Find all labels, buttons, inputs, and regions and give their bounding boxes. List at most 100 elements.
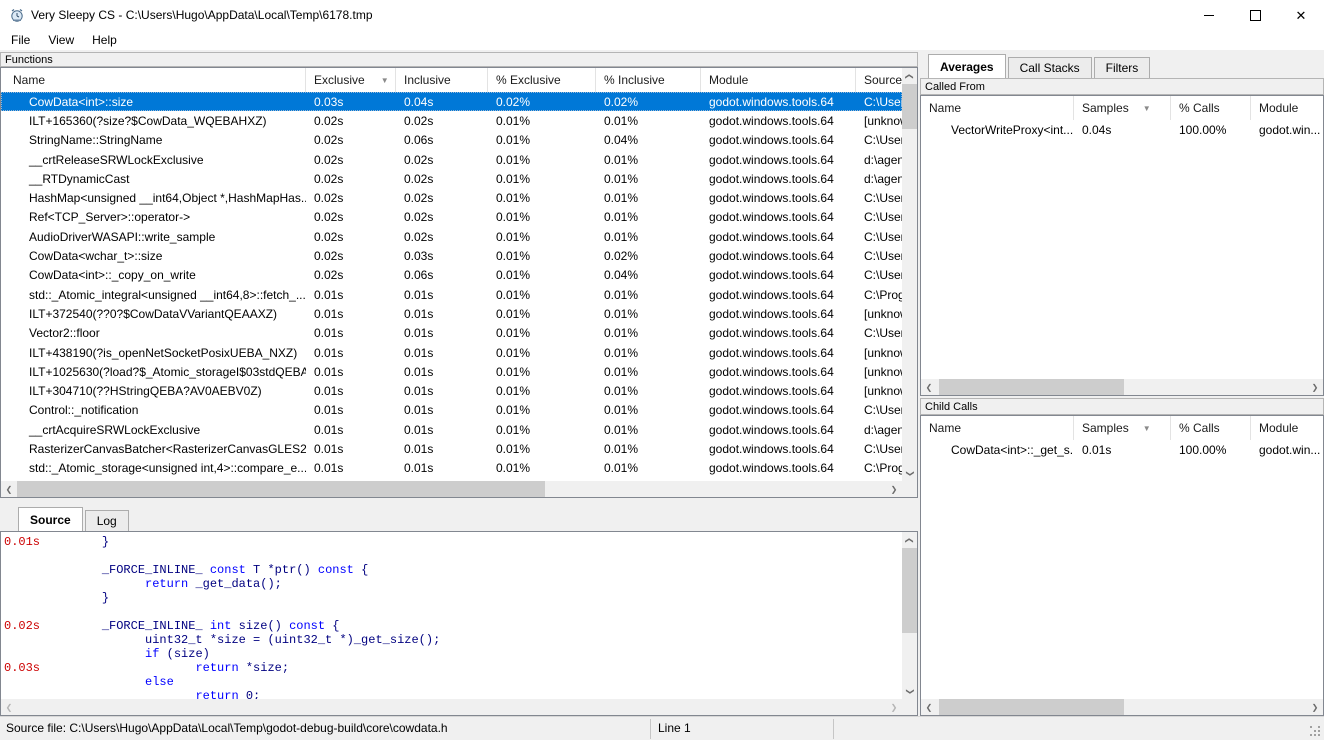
table-row[interactable]: std::_Atomic_storage<unsigned int,4>::co… [1,459,902,478]
table-cell: 0.06s [396,131,488,150]
column-header-source[interactable]: Source [856,68,902,92]
tab-call-stacks[interactable]: Call Stacks [1008,57,1092,78]
menu-item-file[interactable]: File [2,31,39,49]
vertical-scroll-thumb[interactable] [902,548,917,633]
table-row[interactable]: RasterizerCanvasBatcher<RasterizerCanvas… [1,439,902,458]
table-cell: 0.02s [396,188,488,207]
table-row[interactable]: CowData<int>::_get_s...0.01s100.00%godot… [921,440,1323,460]
table-cell: C:\User [856,208,902,227]
child-calls-caption: Child Calls [920,398,1324,415]
table-row[interactable]: Control::_notification0.01s0.01s0.01%0.0… [1,401,902,420]
table-cell: godot.windows.tools.64 [701,324,856,343]
table-row[interactable]: std::_Atomic_integral<unsigned __int64,8… [1,285,902,304]
tab-filters[interactable]: Filters [1094,57,1151,78]
column-header-module[interactable]: Module [1251,96,1323,120]
table-row[interactable]: __crtAcquireSRWLockExclusive0.01s0.01s0.… [1,420,902,439]
scroll-left-icon[interactable]: ❮ [1,481,17,497]
table-cell: 0.01s [306,285,396,304]
table-row[interactable]: ILT+438190(?is_openNetSocketPosixUEBA_NX… [1,343,902,362]
scroll-down-icon[interactable]: ❮ [902,465,917,481]
horizontal-scroll-thumb[interactable] [939,379,1124,395]
column-header-samples[interactable]: Samples▼ [1074,96,1171,120]
column-header-name[interactable]: Name [921,416,1074,440]
horizontal-scroll-thumb[interactable] [17,481,545,497]
column-header-name[interactable]: Name [1,68,306,92]
table-cell: 0.01% [596,401,701,420]
source-view[interactable]: 0.01s } _FORCE_INLINE_ const T *ptr() co… [0,531,918,716]
column-header-inclusive[interactable]: % Inclusive [596,68,701,92]
column-header-inclusive[interactable]: Inclusive [396,68,488,92]
table-row[interactable]: Ref<TCP_Server>::operator->0.02s0.02s0.0… [1,208,902,227]
child-calls-horizontal-scrollbar[interactable]: ❮ ❯ [921,699,1323,715]
table-row[interactable]: ILT+1025630(?load?$_Atomic_storageI$03st… [1,362,902,381]
sort-descending-icon: ▼ [1143,424,1151,433]
column-header-samples[interactable]: Samples▼ [1074,416,1171,440]
table-cell: C:\User [856,188,902,207]
tab-averages[interactable]: Averages [928,54,1006,78]
resize-grip[interactable] [1310,726,1320,736]
table-row[interactable]: ILT+372540(??0?$CowDataVVariantQEAAXZ)0.… [1,304,902,323]
table-row[interactable]: ILT+165360(?size?$CowData_WQEBAHXZ)0.02s… [1,111,902,130]
scroll-track[interactable] [1124,699,1307,715]
table-row[interactable]: CowData<wchar_t>::size0.02s0.03s0.01%0.0… [1,246,902,265]
table-row[interactable]: VectorWriteProxy<int...0.04s100.00%godot… [921,120,1323,140]
table-cell: ILT+165360(?size?$CowData_WQEBAHXZ) [1,111,306,130]
close-icon: ✕ [1296,9,1307,22]
menu-item-view[interactable]: View [39,31,83,49]
table-cell: 0.01% [596,439,701,458]
table-row[interactable]: AudioDriverWASAPI::write_sample0.02s0.02… [1,227,902,246]
table-row[interactable]: __crtReleaseSRWLockExclusive0.02s0.02s0.… [1,150,902,169]
table-cell: C:\User [856,131,902,150]
tab-log[interactable]: Log [85,510,129,531]
scroll-right-icon[interactable]: ❯ [886,481,902,497]
table-row[interactable]: Vector2::floor0.01s0.01s0.01%0.01%godot.… [1,324,902,343]
functions-vertical-scrollbar[interactable]: ❮ ❮ [902,68,917,481]
close-button[interactable]: ✕ [1278,0,1324,30]
scroll-left-icon[interactable]: ❮ [921,379,937,395]
column-header-label: Module [1259,101,1298,115]
tab-source[interactable]: Source [18,507,83,531]
scroll-down-icon[interactable]: ❮ [902,683,917,699]
column-header-label: % Calls [1179,421,1220,435]
table-cell: C:\User [856,439,902,458]
source-code-line: return 0; [1,689,902,699]
table-row[interactable]: __RTDynamicCast0.02s0.02s0.01%0.01%godot… [1,169,902,188]
table-cell: godot.windows.tools.64 [701,381,856,400]
scroll-right-icon[interactable]: ❯ [1307,699,1323,715]
scroll-left-icon[interactable]: ❮ [921,699,937,715]
column-header-calls[interactable]: % Calls [1171,96,1251,120]
table-row[interactable]: CowData<int>::_copy_on_write0.02s0.06s0.… [1,266,902,285]
scroll-right-icon[interactable]: ❯ [1307,379,1323,395]
column-header-label: Name [929,421,961,435]
scroll-track[interactable] [1124,379,1307,395]
column-header-module[interactable]: Module [1251,416,1323,440]
scroll-track[interactable] [545,481,886,497]
scroll-track[interactable] [17,699,886,715]
scroll-up-icon[interactable]: ❮ [902,68,917,84]
called-from-horizontal-scrollbar[interactable]: ❮ ❯ [921,379,1323,395]
scroll-right-icon[interactable]: ❯ [886,699,902,715]
table-row[interactable]: HashMap<unsigned __int64,Object *,HashMa… [1,188,902,207]
column-header-name[interactable]: Name [921,96,1074,120]
table-cell: 0.01s [306,324,396,343]
scroll-up-icon[interactable]: ❮ [902,532,917,548]
column-header-exclusive[interactable]: Exclusive▼ [306,68,396,92]
maximize-icon [1250,10,1261,21]
menu-item-help[interactable]: Help [83,31,126,49]
horizontal-scroll-thumb[interactable] [939,699,1124,715]
column-header-module[interactable]: Module [701,68,856,92]
menu-bar: FileViewHelp [0,30,1324,50]
source-vertical-scrollbar[interactable]: ❮ ❮ [902,532,917,699]
table-row[interactable]: ILT+304710(??HStringQEBA?AV0AEBV0Z)0.01s… [1,381,902,400]
table-row[interactable]: CowData<int>::size0.03s0.04s0.02%0.02%go… [1,92,902,111]
source-horizontal-scrollbar[interactable]: ❮ ❯ [1,699,902,715]
functions-horizontal-scrollbar[interactable]: ❮ ❯ [1,481,902,497]
maximize-button[interactable] [1232,0,1278,30]
column-header-calls[interactable]: % Calls [1171,416,1251,440]
column-header-exclusive[interactable]: % Exclusive [488,68,596,92]
minimize-button[interactable] [1186,0,1232,30]
table-cell: VectorWriteProxy<int... [921,123,1074,137]
vertical-scroll-thumb[interactable] [902,84,917,129]
table-row[interactable]: StringName::StringName0.02s0.06s0.01%0.0… [1,131,902,150]
scroll-left-icon[interactable]: ❮ [1,699,17,715]
